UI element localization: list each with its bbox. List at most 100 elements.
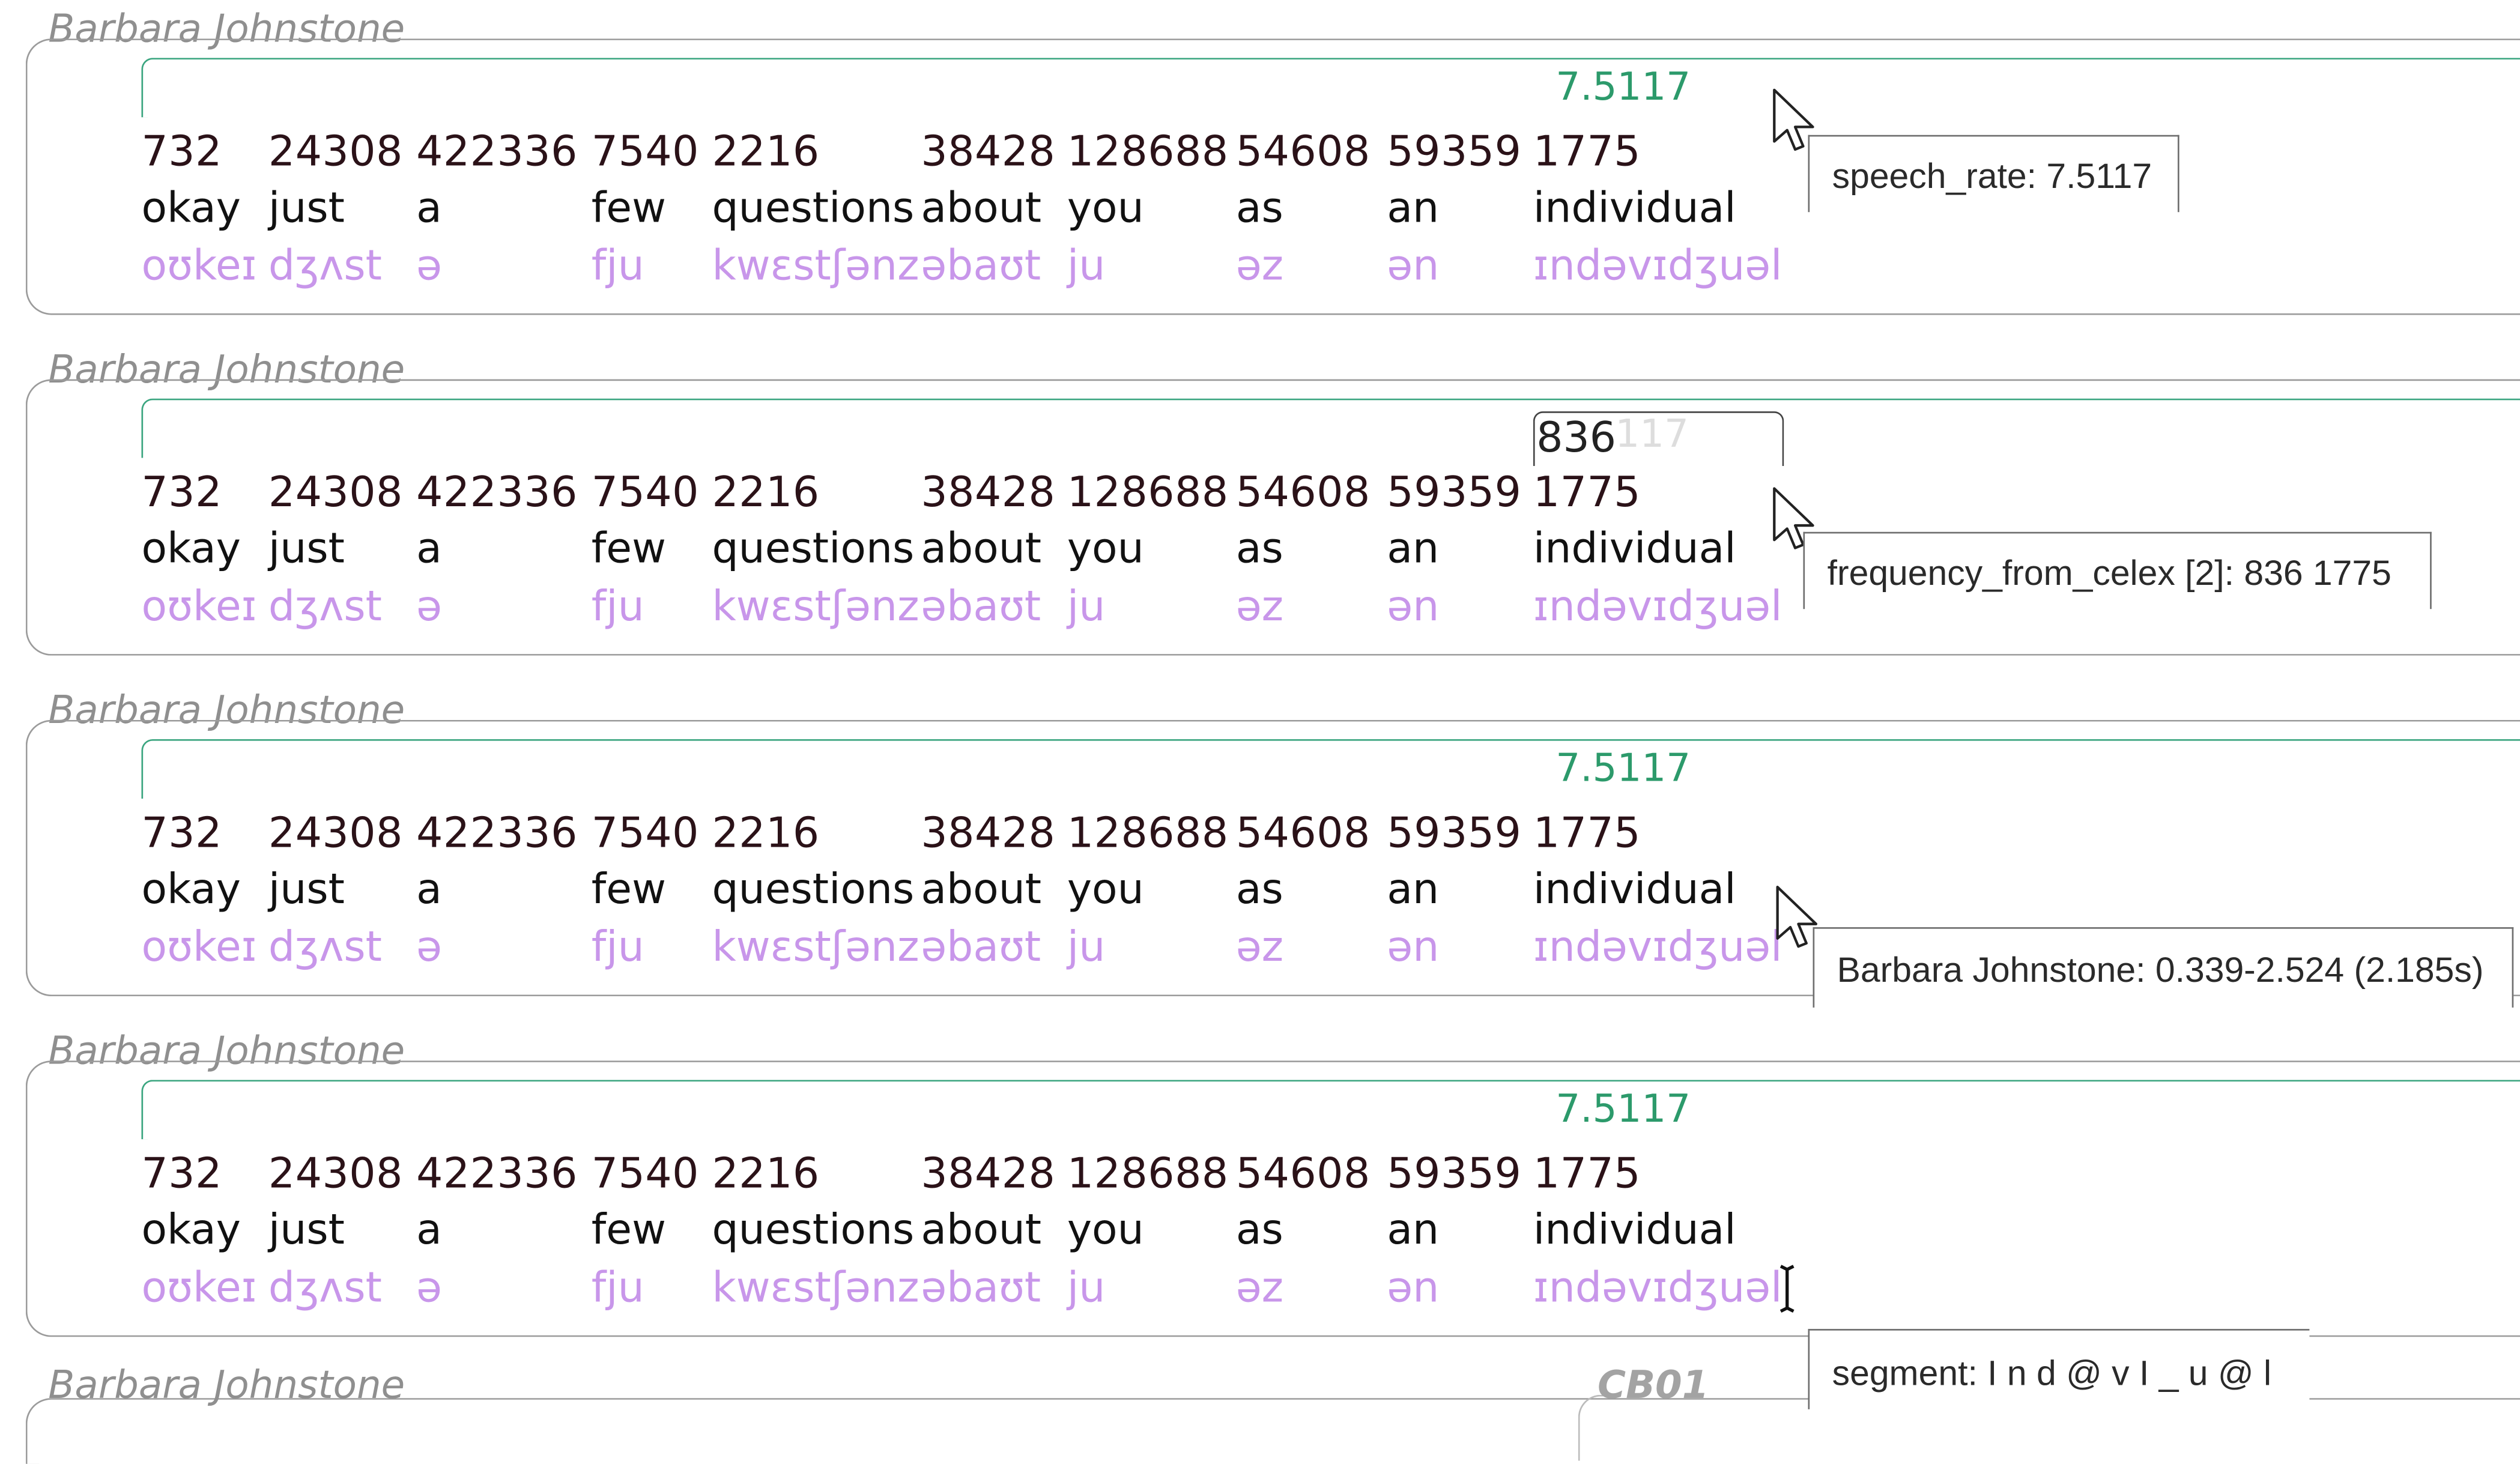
word-phonemes[interactable]: əz xyxy=(1236,927,1283,969)
word-frequency[interactable]: 7540 xyxy=(592,473,699,515)
word-phonemes[interactable]: əz xyxy=(1236,246,1283,288)
word-orthography[interactable]: about xyxy=(921,1210,1041,1252)
word-phonemes[interactable]: əz xyxy=(1236,1268,1283,1310)
word-frequency[interactable]: 38428 xyxy=(921,813,1055,855)
word-orthography[interactable]: as xyxy=(1236,870,1283,912)
word-frequency[interactable]: 1775 xyxy=(1533,1154,1641,1196)
word-frequency[interactable]: 38428 xyxy=(921,132,1055,174)
speech-rate-label[interactable]: 7.5117 xyxy=(1555,746,1691,791)
word-phonemes[interactable]: əz xyxy=(1236,587,1283,629)
word-orthography[interactable]: an xyxy=(1387,528,1439,570)
word-frequency[interactable]: 732 xyxy=(141,473,222,515)
word-orthography[interactable]: just xyxy=(268,528,345,570)
word-phonemes[interactable]: ə xyxy=(416,246,442,288)
word-orthography[interactable]: just xyxy=(268,870,345,912)
word-orthography[interactable]: about xyxy=(921,870,1041,912)
word-phonemes[interactable]: ə xyxy=(416,1268,442,1310)
word-frequency[interactable]: 2216 xyxy=(712,132,819,174)
word-phonemes[interactable]: əbaʊt xyxy=(921,587,1041,629)
word-frequency[interactable]: 2216 xyxy=(712,1154,819,1196)
word-frequency[interactable]: 38428 xyxy=(921,473,1055,515)
word-orthography[interactable]: about xyxy=(921,188,1041,230)
word-phonemes[interactable]: fju xyxy=(592,1268,644,1310)
word-frequency[interactable]: 1775 xyxy=(1533,813,1641,855)
word-frequency[interactable]: 2216 xyxy=(712,473,819,515)
word-orthography[interactable]: questions xyxy=(712,188,914,230)
word-frequency[interactable]: 38428 xyxy=(921,1154,1055,1196)
word-frequency[interactable]: 422336 xyxy=(416,813,578,855)
frequency-edit-value[interactable]: 836 xyxy=(1536,414,1616,462)
word-phonemes[interactable]: ɪndəvɪdʒuəl xyxy=(1533,1268,1782,1310)
word-phonemes[interactable]: ɪndəvɪdʒuəl xyxy=(1533,246,1782,288)
word-phonemes[interactable]: ju xyxy=(1067,927,1105,969)
word-orthography[interactable]: questions xyxy=(712,528,914,570)
word-frequency[interactable]: 24308 xyxy=(268,813,403,855)
word-frequency[interactable]: 1775 xyxy=(1533,473,1641,515)
word-phonemes[interactable]: dʒʌst xyxy=(268,587,382,629)
word-phonemes[interactable]: ən xyxy=(1387,246,1439,288)
word-phonemes[interactable]: fju xyxy=(592,246,644,288)
word-orthography[interactable]: just xyxy=(268,1210,345,1252)
word-phonemes[interactable]: ju xyxy=(1067,1268,1105,1310)
word-frequency[interactable]: 422336 xyxy=(416,132,578,174)
word-frequency[interactable]: 54608 xyxy=(1236,132,1371,174)
word-orthography[interactable]: individual xyxy=(1533,1210,1736,1252)
word-orthography[interactable]: an xyxy=(1387,870,1439,912)
word-orthography[interactable]: individual xyxy=(1533,188,1736,230)
word-phonemes[interactable]: ju xyxy=(1067,246,1105,288)
word-phonemes[interactable]: ə xyxy=(416,587,442,629)
word-phonemes[interactable]: ən xyxy=(1387,927,1439,969)
word-orthography[interactable]: as xyxy=(1236,528,1283,570)
word-frequency[interactable]: 732 xyxy=(141,132,222,174)
word-orthography[interactable]: a xyxy=(416,528,442,570)
word-orthography[interactable]: okay xyxy=(141,188,240,230)
speech-rate-span[interactable] xyxy=(141,739,2520,799)
word-orthography[interactable]: okay xyxy=(141,870,240,912)
frequency-edit-field[interactable]: 117 836 xyxy=(1533,411,1784,467)
word-orthography[interactable]: an xyxy=(1387,1210,1439,1252)
word-phonemes[interactable]: oʊkeɪ xyxy=(141,587,256,629)
word-phonemes[interactable]: əbaʊt xyxy=(921,1268,1041,1310)
word-frequency[interactable]: 128688 xyxy=(1067,132,1229,174)
word-orthography[interactable]: you xyxy=(1067,528,1144,570)
speech-rate-span[interactable] xyxy=(141,58,2520,118)
word-phonemes[interactable]: ən xyxy=(1387,1268,1439,1310)
word-phonemes[interactable]: ə xyxy=(416,927,442,969)
word-frequency[interactable]: 422336 xyxy=(416,1154,578,1196)
word-frequency[interactable]: 7540 xyxy=(592,1154,699,1196)
word-orthography[interactable]: okay xyxy=(141,528,240,570)
word-orthography[interactable]: as xyxy=(1236,1210,1283,1252)
speech-rate-label[interactable]: 7.5117 xyxy=(1555,1086,1691,1131)
word-frequency[interactable]: 54608 xyxy=(1236,1154,1371,1196)
word-phonemes[interactable]: əbaʊt xyxy=(921,246,1041,288)
speech-rate-span[interactable] xyxy=(141,398,2520,458)
word-orthography[interactable]: about xyxy=(921,528,1041,570)
word-frequency[interactable]: 59359 xyxy=(1387,132,1521,174)
word-phonemes[interactable]: əbaʊt xyxy=(921,927,1041,969)
word-frequency[interactable]: 128688 xyxy=(1067,813,1229,855)
word-frequency[interactable]: 2216 xyxy=(712,813,819,855)
word-frequency[interactable]: 59359 xyxy=(1387,813,1521,855)
word-frequency[interactable]: 7540 xyxy=(592,132,699,174)
speech-rate-span[interactable] xyxy=(141,1080,2520,1140)
word-orthography[interactable]: a xyxy=(416,1210,442,1252)
word-frequency[interactable]: 24308 xyxy=(268,1154,403,1196)
word-frequency[interactable]: 128688 xyxy=(1067,473,1229,515)
word-orthography[interactable]: okay xyxy=(141,1210,240,1252)
word-phonemes[interactable]: ɪndəvɪdʒuəl xyxy=(1533,927,1782,969)
word-orthography[interactable]: few xyxy=(592,1210,666,1252)
word-frequency[interactable]: 24308 xyxy=(268,132,403,174)
word-phonemes[interactable]: kwɛstʃənz xyxy=(712,927,919,969)
word-frequency[interactable]: 59359 xyxy=(1387,1154,1521,1196)
word-phonemes[interactable]: fju xyxy=(592,927,644,969)
word-frequency[interactable]: 54608 xyxy=(1236,813,1371,855)
word-phonemes[interactable]: ən xyxy=(1387,587,1439,629)
word-orthography[interactable]: few xyxy=(592,528,666,570)
word-orthography[interactable]: you xyxy=(1067,870,1144,912)
word-orthography[interactable]: few xyxy=(592,870,666,912)
word-orthography[interactable]: a xyxy=(416,870,442,912)
word-phonemes[interactable]: kwɛstʃənz xyxy=(712,1268,919,1310)
word-phonemes[interactable]: ɪndəvɪdʒuəl xyxy=(1533,587,1782,629)
word-phonemes[interactable]: dʒʌst xyxy=(268,1268,382,1310)
word-phonemes[interactable]: dʒʌst xyxy=(268,246,382,288)
